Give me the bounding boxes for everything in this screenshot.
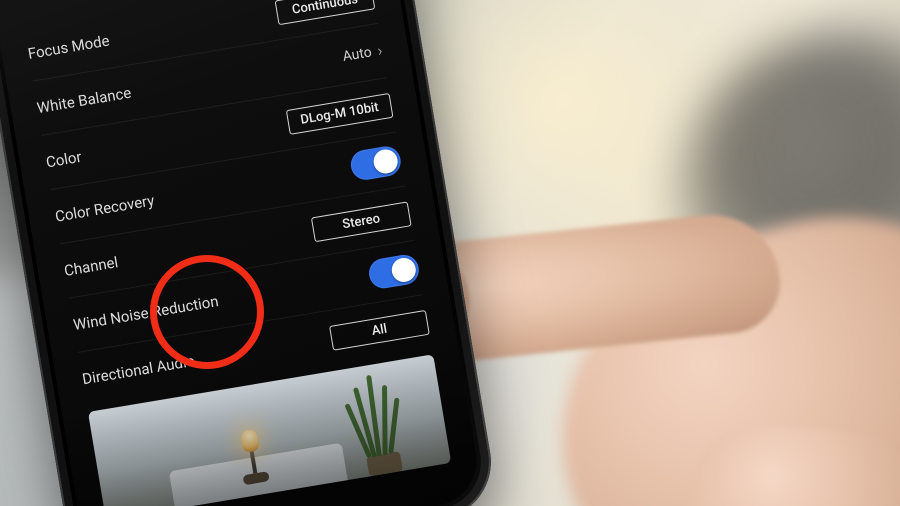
- focus-mode-value[interactable]: Continuous: [274, 0, 375, 25]
- preview-plant: [325, 368, 430, 481]
- toggle-knob: [372, 148, 400, 176]
- directional-audio-value[interactable]: All: [329, 309, 430, 350]
- channel-value[interactable]: Stereo: [311, 201, 412, 242]
- row-label: Directional Audio: [81, 352, 196, 389]
- row-label: Focus Mode: [27, 32, 111, 63]
- photo-scene: + Video Focus Mode Continuous: [0, 0, 900, 506]
- value-text: Auto: [341, 44, 372, 65]
- white-balance-value[interactable]: Auto ›: [341, 43, 383, 65]
- row-label: Wind Noise Reduction: [72, 292, 220, 334]
- row-label: Channel: [63, 253, 120, 280]
- color-profile-value[interactable]: DLog-M 10bit: [286, 92, 394, 134]
- row-label: Color: [45, 148, 83, 172]
- background-camera-blur: [680, 30, 900, 370]
- row-label: White Balance: [36, 84, 133, 117]
- row-label: Color Recovery: [54, 191, 156, 225]
- app-screen: + Video Focus Mode Continuous: [0, 0, 484, 506]
- phone: + Video Focus Mode Continuous: [0, 0, 500, 506]
- settings-list[interactable]: Focus Mode Continuous White Balance Auto…: [0, 0, 458, 410]
- color-recovery-toggle[interactable]: [349, 144, 403, 182]
- toggle-knob: [390, 256, 418, 284]
- chevron-right-icon: ›: [376, 43, 383, 60]
- wind-noise-toggle[interactable]: [367, 253, 421, 291]
